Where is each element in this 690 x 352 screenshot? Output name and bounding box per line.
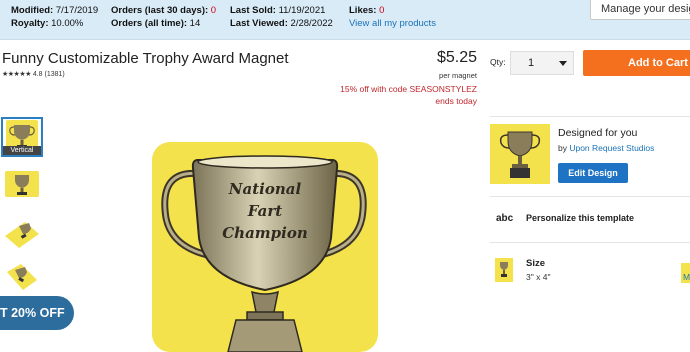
price: $5.25 xyxy=(436,49,477,66)
trophy-thumb-icon xyxy=(7,264,37,290)
divider xyxy=(490,196,690,197)
add-to-cart-button[interactable]: Add to Cart xyxy=(583,50,690,76)
rating-value: 4.8 xyxy=(32,71,43,78)
stat-royalty: Royalty: 10.00% xyxy=(11,18,84,29)
designed-for-you-heading: Designed for you xyxy=(558,127,638,139)
trophy-image: National Fart Champion xyxy=(161,155,367,352)
thumbnail-angled-1[interactable] xyxy=(1,212,43,252)
qty-label: Qty: xyxy=(490,57,506,67)
trophy-thumb-icon xyxy=(5,171,39,197)
stat-last-viewed: Last Viewed: 2/28/2022 xyxy=(230,18,333,29)
qty-select[interactable]: 1 xyxy=(510,51,574,75)
designer-byline: by Upon Request Studios xyxy=(558,143,654,153)
thumbnail-angled-2[interactable] xyxy=(1,258,43,298)
view-all-products-link[interactable]: View all my products xyxy=(349,17,436,30)
thumbnail-horizontal[interactable] xyxy=(1,165,43,205)
thumbnail-vertical[interactable]: Vertical xyxy=(1,117,43,157)
personalize-label[interactable]: Personalize this template xyxy=(526,213,634,223)
design-thumbnail[interactable] xyxy=(490,124,550,184)
stat-orders-30: Orders (last 30 days): 0 xyxy=(111,5,217,16)
divider xyxy=(490,242,690,243)
text-abc-icon: abc xyxy=(496,213,514,224)
rating[interactable]: ★★★★★ 4.8 (1381) xyxy=(2,70,65,78)
chevron-down-icon xyxy=(559,61,567,66)
rating-stars: ★★★★★ xyxy=(2,71,31,78)
edit-design-button[interactable]: Edit Design xyxy=(558,163,628,183)
stat-modified: Modified: 7/17/2019 xyxy=(11,5,99,16)
size-value: 3" x 4" xyxy=(526,272,551,282)
promo-text: 15% off with code SEASONSTYLEZ ends toda… xyxy=(340,83,477,107)
stat-orders-all: Orders (all time): 14 xyxy=(111,18,201,29)
qty-value: 1 xyxy=(528,57,535,69)
trophy-line-2: Fart xyxy=(247,202,282,220)
stat-likes: Likes: 0 xyxy=(349,5,385,16)
store-link[interactable]: Upon Request Studios xyxy=(569,143,654,153)
divider xyxy=(490,116,690,117)
promo-code-line: 15% off with code SEASONSTYLEZ xyxy=(340,84,477,94)
size-magnet-icon xyxy=(495,258,513,282)
trophy-thumb-icon xyxy=(499,131,541,178)
review-count: (1381) xyxy=(44,71,65,78)
price-unit: per magnet xyxy=(439,71,477,80)
trophy-line-3: Champion xyxy=(222,224,308,242)
thumbnail-label: Vertical xyxy=(3,146,41,155)
product-title: Funny Customizable Trophy Award Magnet xyxy=(2,50,289,67)
by-prefix: by xyxy=(558,143,570,153)
trophy-line-1: National xyxy=(228,180,302,198)
more-sizes-link[interactable]: M xyxy=(683,272,690,282)
size-label: Size xyxy=(526,258,546,269)
manage-design-button[interactable]: Manage your design xyxy=(590,0,690,20)
trophy-thumb-icon xyxy=(5,222,39,248)
stat-last-sold: Last Sold: 11/19/2021 xyxy=(230,5,326,16)
product-stats-bar: Modified: 7/17/2019 Royalty: 10.00% Orde… xyxy=(0,0,690,40)
promo-ends-line: ends today xyxy=(435,96,477,106)
discount-pill[interactable]: T 20% OFF xyxy=(0,296,74,330)
product-main-image: National Fart Champion xyxy=(152,142,378,352)
